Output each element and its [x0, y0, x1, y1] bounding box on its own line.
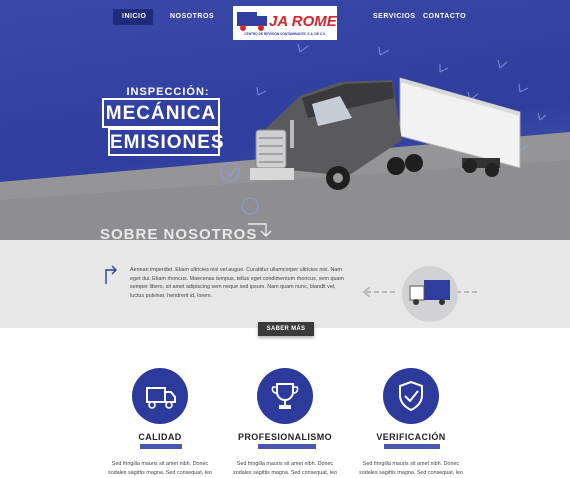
feature-description-quality: Sed fringilla mauris sit amet nibh. Done…	[108, 461, 212, 476]
feature-verification-icon-circle	[383, 368, 439, 424]
feature-quality-icon-circle	[132, 368, 188, 424]
hero-section: INICIO NOSOTROS SERVICIOS CONTACTO JA RO…	[0, 0, 570, 240]
feature-underline	[140, 444, 182, 449]
nav-item-nosotros[interactable]: NOSOTROS	[161, 9, 214, 25]
feature-title-professionalism: PROFESIONALISMO	[237, 432, 332, 442]
nav-item-inicio[interactable]: INICIO	[113, 9, 153, 25]
company-logo[interactable]: JA ROMER CENTRO DE REVISIÓN CONTAMINANTE…	[233, 6, 348, 40]
hero-mechanics-heading: MECÁNICA	[102, 98, 220, 128]
feature-professionalism-icon-circle	[257, 368, 313, 424]
feature-description-professionalism: Sed fringilla mauris sit amet nibh. Done…	[233, 461, 337, 476]
nav-item-contacto[interactable]: CONTACTO	[414, 9, 466, 25]
nav-item-servicios[interactable]: SERVICIOS	[364, 9, 415, 25]
feature-underline	[258, 444, 316, 449]
feature-description-verification: Sed fringilla mauris sit amet nibh. Done…	[359, 461, 463, 476]
logo-subtitle: CENTRO DE REVISIÓN CONTAMINANTE, S.A. DE…	[244, 32, 326, 36]
shield-check-icon	[399, 380, 423, 412]
hero-inspection-label: INSPECCIÓN:	[126, 86, 210, 98]
feature-underline	[384, 444, 440, 449]
delivery-truck-graphic	[362, 266, 478, 322]
corner-arrow-icon	[248, 223, 272, 237]
svg-text:JA ROMER: JA ROMER	[269, 13, 337, 30]
trophy-icon	[271, 383, 299, 409]
truck-icon	[146, 387, 176, 409]
about-description: Aenean imperdiet. Etiam ultricies nisi v…	[130, 267, 344, 299]
hero-emissions-heading: EMISIONES	[108, 128, 224, 156]
corner-arrow-icon	[105, 265, 117, 284]
learn-more-button[interactable]: SABER MÁS	[258, 322, 314, 336]
feature-title-quality: CALIDAD	[138, 432, 182, 442]
feature-title-verification: VERIFICACIÓN	[376, 432, 446, 442]
